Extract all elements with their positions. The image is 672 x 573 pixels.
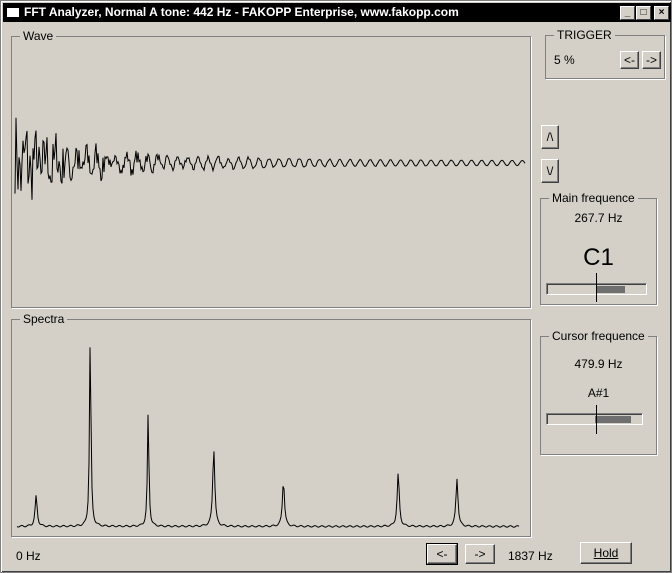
wave-scale-up-button[interactable]: /\	[541, 125, 559, 149]
cursor-left-button[interactable]: <-	[426, 543, 458, 565]
wave-label: Wave	[20, 29, 57, 43]
main-frequency-label: Main frequence	[549, 191, 638, 205]
cursor-frequency-value: 479.9 Hz	[574, 357, 623, 371]
cursor-frequency-group: Cursor frequence 479.9 Hz A#1	[540, 329, 657, 455]
app-icon	[6, 7, 20, 18]
hold-button[interactable]: Hold	[580, 542, 632, 564]
cursor-frequency-needle	[596, 405, 597, 434]
wave-plot	[13, 45, 529, 306]
trigger-group: TRIGGER 5 % <- ->	[545, 28, 665, 79]
main-frequency-note: C1	[583, 244, 614, 271]
close-button[interactable]: ×	[654, 6, 669, 20]
cursor-frequency-note: A#1	[587, 386, 610, 400]
window-title: FFT Analyzer, Normal A tone: 442 Hz - FA…	[24, 5, 459, 19]
app-window: FFT Analyzer, Normal A tone: 442 Hz - FA…	[0, 0, 672, 573]
wave-trace	[14, 117, 526, 200]
maximize-button[interactable]: □	[636, 6, 651, 20]
trigger-decrease-button[interactable]: <-	[620, 51, 639, 69]
wave-scale-down-button[interactable]: \/	[541, 159, 559, 183]
main-frequency-needle	[596, 273, 597, 302]
spectra-min-label: 0 Hz	[16, 549, 41, 563]
wave-graph	[14, 117, 526, 200]
main-frequency-value: 267.7 Hz	[574, 211, 623, 225]
cursor-frequency-meter	[546, 413, 643, 425]
spectra-label: Spectra	[20, 312, 68, 326]
cursor-right-button[interactable]: ->	[465, 544, 495, 564]
trigger-label: TRIGGER	[554, 28, 615, 42]
spectra-graph[interactable]	[13, 328, 529, 535]
main-frequency-meter-fill	[597, 286, 625, 293]
trigger-increase-button[interactable]: ->	[642, 51, 661, 69]
minimize-button[interactable]: _	[620, 6, 635, 20]
spectra-plot[interactable]	[13, 328, 529, 535]
title-bar[interactable]: FFT Analyzer, Normal A tone: 442 Hz - FA…	[3, 3, 671, 22]
spectra-max-label: 1837 Hz	[508, 549, 553, 563]
trigger-value: 5 %	[554, 53, 575, 67]
spectra-trace	[16, 347, 520, 528]
cursor-frequency-meter-fill	[595, 416, 631, 423]
main-frequency-group: Main frequence 267.7 Hz C1	[540, 191, 657, 305]
cursor-frequency-label: Cursor frequence	[549, 329, 648, 343]
